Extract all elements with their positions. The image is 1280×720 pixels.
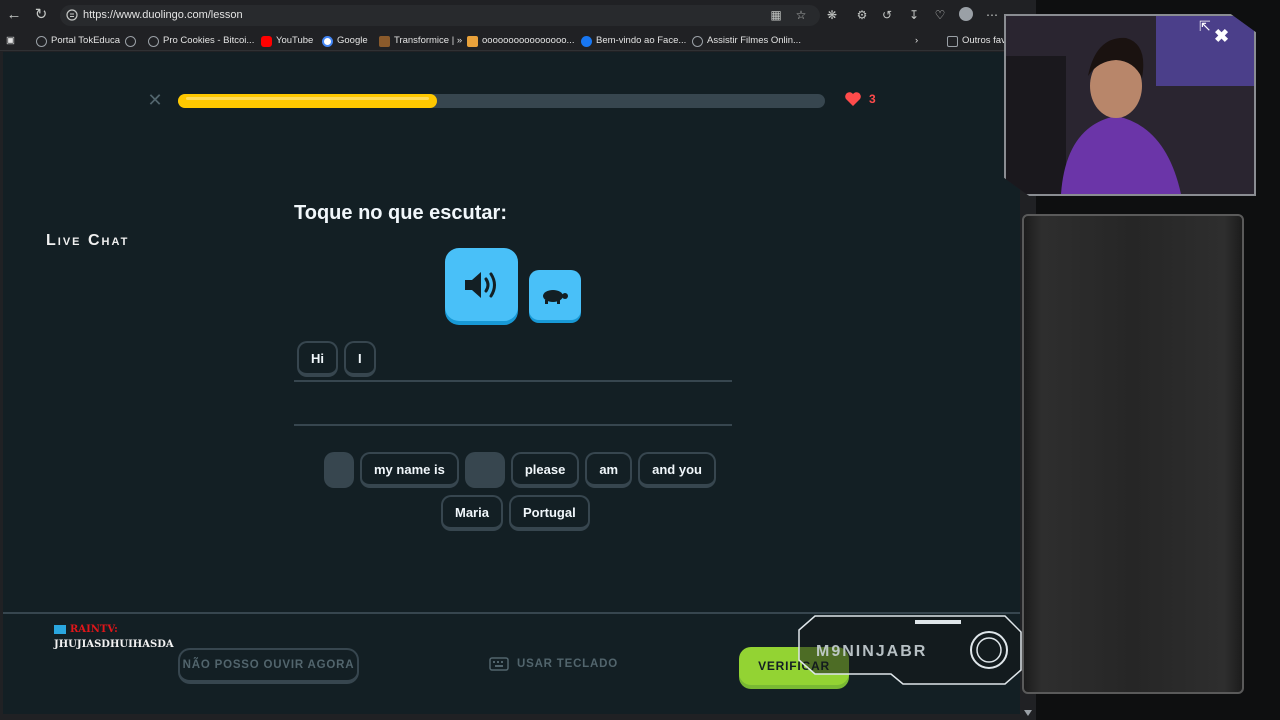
bookmark-youtube[interactable]: YouTube xyxy=(261,34,313,48)
stream-overlay: ⇱ ✖ xyxy=(1004,0,1280,720)
turtle-icon xyxy=(543,290,568,304)
live-chat-title: Live Chat xyxy=(46,232,130,249)
hearts-counter: 3 xyxy=(844,91,876,107)
use-keyboard-button[interactable]: USAR TECLADO xyxy=(489,657,618,671)
twitch-badge-icon xyxy=(54,625,66,634)
word-bank: Maria Portugal xyxy=(441,495,590,531)
expand-icon: ⇱ xyxy=(1199,18,1211,34)
bookmark-google[interactable]: Google xyxy=(322,34,368,48)
word-tile[interactable]: Portugal xyxy=(508,495,590,531)
live-chat-panel xyxy=(1022,214,1244,694)
globe-icon xyxy=(36,35,47,47)
url-text: https://www.duolingo.com/lesson xyxy=(83,9,243,21)
word-bank-empty-slot xyxy=(464,452,505,488)
history-icon[interactable]: ↺ xyxy=(879,7,895,23)
chat-username-text: RAINTV: xyxy=(70,624,118,635)
progress-fill xyxy=(178,94,437,108)
close-x-icon: ✖ xyxy=(1214,26,1230,46)
word-tile[interactable]: and you xyxy=(638,452,716,488)
word-tile[interactable]: am xyxy=(585,452,633,488)
globe-icon[interactable] xyxy=(125,34,136,48)
bookmark-assistir-filmes[interactable]: Assistir Filmes Onlin... xyxy=(692,34,801,48)
word-bank-empty-slot xyxy=(324,452,354,488)
globe-icon xyxy=(692,35,703,47)
back-arrow-icon[interactable]: ← xyxy=(6,7,22,23)
bookmark-label: Portal TokEduca xyxy=(51,35,121,46)
bookmark-label: Transformice | » xyxy=(394,35,463,46)
word-tile[interactable]: please xyxy=(510,452,580,488)
scroll-down-icon[interactable] xyxy=(1024,710,1032,716)
bookmarks-bar: ▣ Portal TokEduca Pro Cookies - Bitcoi..… xyxy=(0,31,1036,51)
chat-message-text: JHUJIASDHUIHASDA xyxy=(54,639,174,650)
facebook-icon xyxy=(581,35,592,47)
progress-bar xyxy=(178,94,825,108)
close-lesson-icon[interactable]: ✕ xyxy=(147,91,163,109)
bookmark-icon xyxy=(467,35,478,47)
globe-icon xyxy=(148,35,159,47)
transformice-icon xyxy=(379,35,390,47)
folder-icon xyxy=(947,35,958,47)
use-keyboard-label: USAR TECLADO xyxy=(517,658,618,670)
bookmark-label: Bem-vindo ao Face... xyxy=(596,35,687,46)
download-icon[interactable]: ↧ xyxy=(906,7,922,23)
heart-icon xyxy=(845,92,861,106)
site-info-icon[interactable] xyxy=(66,9,78,21)
extension-icon[interactable]: ❋ xyxy=(824,7,840,23)
split-screen-icon[interactable]: ⚙ xyxy=(854,7,870,23)
profile-avatar-icon[interactable] xyxy=(958,7,974,23)
bookmark-outros-favoritos[interactable]: Outros fav xyxy=(947,34,1006,48)
bookmark-transformice[interactable]: Transformice | » xyxy=(379,34,462,48)
play-slow-audio-button[interactable] xyxy=(529,270,581,320)
word-tile[interactable]: Maria xyxy=(441,495,503,531)
streamer-watermark-text: M9NINJABR xyxy=(816,643,928,660)
word-bank: my name is please am and you xyxy=(324,452,716,488)
bookmark-label: Outros fav xyxy=(962,35,1006,46)
answer-tile[interactable]: Hi xyxy=(297,341,338,377)
google-icon xyxy=(322,35,333,47)
reading-list-icon[interactable]: ▣ xyxy=(6,34,15,48)
chat-username: RAINTV: xyxy=(54,624,234,635)
hearts-count: 3 xyxy=(869,92,876,106)
address-bar-row: ← ↻ https://www.duolingo.com/lesson ▦ ☆ … xyxy=(0,0,1036,31)
chevron-right-icon[interactable]: › xyxy=(915,34,918,48)
bookmark-pro-cookies[interactable]: Pro Cookies - Bitcoi... xyxy=(148,34,254,48)
webcam-image xyxy=(1006,16,1254,194)
bookmark-ooo[interactable]: oooooooooooooooo... xyxy=(467,34,574,48)
youtube-icon xyxy=(261,35,272,47)
answer-line xyxy=(294,424,732,426)
star-icon[interactable]: ☆ xyxy=(793,7,809,23)
bookmark-label: oooooooooooooooo... xyxy=(482,35,575,46)
exercise-prompt: Toque no que escutar: xyxy=(294,202,507,224)
bookmark-label: Pro Cookies - Bitcoi... xyxy=(163,35,255,46)
webcam-feed xyxy=(1004,14,1256,196)
url-field[interactable]: https://www.duolingo.com/lesson xyxy=(60,5,820,26)
chat-message: RAINTV: JHUJIASDHUIHASDA xyxy=(54,624,234,650)
bookmark-label: YouTube xyxy=(276,35,314,46)
cant-listen-button[interactable]: NÃO POSSO OUVIR AGORA xyxy=(178,648,359,684)
bookmark-label: Assistir Filmes Onlin... xyxy=(707,35,801,46)
app-grid-icon[interactable]: ▦ xyxy=(768,7,784,23)
bookmark-label: Google xyxy=(337,35,368,46)
more-menu-icon[interactable]: ⋯ xyxy=(984,7,1000,23)
health-icon[interactable]: ♡ xyxy=(932,7,948,23)
answer-line xyxy=(294,380,732,382)
bookmark-facebook[interactable]: Bem-vindo ao Face... xyxy=(581,34,686,48)
bookmark-portal-tokeduca[interactable]: Portal TokEduca xyxy=(36,34,120,48)
reload-icon[interactable]: ↻ xyxy=(33,7,49,23)
speaker-icon xyxy=(464,271,496,298)
word-tile[interactable]: my name is xyxy=(360,452,459,488)
play-audio-button[interactable] xyxy=(445,248,518,321)
answer-tile[interactable]: I xyxy=(344,341,376,377)
answer-area: Hi I xyxy=(297,341,376,377)
keyboard-icon xyxy=(489,657,509,671)
